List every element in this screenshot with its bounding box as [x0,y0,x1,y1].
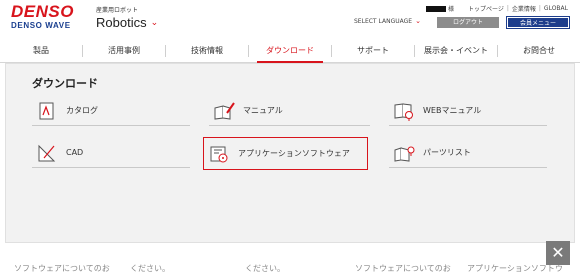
nav-item-contact[interactable]: お問合せ [497,45,580,57]
background-text: ください。 [245,264,285,273]
download-item-parts-list[interactable]: パーツリスト [389,138,547,168]
close-icon: ✕ [551,243,565,262]
logo-text: DENSO [11,2,74,21]
logo-subtext: DENSO WAVE [11,21,71,30]
nav-item-support[interactable]: サポート [331,45,414,57]
language-label: SELECT LANGUAGE [354,17,413,25]
web-manual-icon [394,102,413,121]
logout-button[interactable]: ログアウト [437,17,499,28]
user-name-redacted [425,5,446,12]
download-item-label: CAD [66,148,84,157]
background-text: ください。 [130,264,170,273]
chevron-down-icon: ⌄ [415,17,421,25]
nav-item-download[interactable]: ダウンロード [248,45,331,63]
background-page-content: ソフトウェアについてのお ください。 ください。 ソフトウェアについてのお アプ… [0,243,580,274]
download-item-label: アプリケーションソフトウェア [238,149,350,158]
nav-item-case-studies[interactable]: 活用事例 [82,45,165,57]
main-nav: 製品 活用事例 技術情報 ダウンロード サポート 展示会・イベント お問合せ [0,40,580,63]
denso-logo[interactable]: DENSO DENSO WAVE [11,3,93,30]
background-text: ソフトウェアについてのお [355,264,451,273]
global-link[interactable]: GLOBAL [544,5,568,12]
nav-item-technical-info[interactable]: 技術情報 [165,45,248,57]
download-item-label: マニュアル [243,106,283,115]
manual-icon [214,101,235,120]
download-item-label: WEBマニュアル [423,106,482,115]
member-menu-button[interactable]: 会員メニュー [506,16,570,29]
download-item-label: カタログ [66,106,98,115]
brand-selector[interactable]: 産業用ロボット Robotics ⌄ [96,5,158,30]
language-selector[interactable]: SELECT LANGUAGE ⌄ [354,17,421,25]
background-text: ソフトウェアについてのお [14,264,110,273]
download-item-web-manual[interactable]: WEBマニュアル [389,96,547,126]
cad-icon [38,144,56,161]
site-header: DENSO DENSO WAVE 産業用ロボット Robotics ⌄ 様 トッ… [0,0,580,38]
download-item-manual[interactable]: マニュアル [209,96,370,126]
utility-links: 様 トップページ | 企業情報 | GLOBAL [425,4,568,13]
nav-item-events[interactable]: 展示会・イベント [414,45,497,57]
panel-title: ダウンロード [32,77,98,90]
close-menu-button[interactable]: ✕ [546,241,570,265]
download-item-catalog[interactable]: カタログ [32,96,190,126]
catalog-icon [39,102,54,119]
brand-subtitle: 産業用ロボット [96,7,139,14]
user-suffix: 様 [447,6,454,13]
download-item-label: パーツリスト [423,148,471,157]
brand-title: Robotics [96,15,147,30]
download-item-cad[interactable]: CAD [32,138,190,168]
parts-list-icon [394,146,415,162]
chevron-down-icon: ⌄ [150,17,159,27]
top-page-link[interactable]: トップページ [468,4,504,13]
download-mega-menu: ダウンロード カタログ マニュアル WEBマニュアル CAD アプリケーションソ… [5,63,575,243]
nav-item-products[interactable]: 製品 [0,45,82,57]
download-item-application-software[interactable]: アプリケーションソフトウェア [203,137,368,170]
application-software-icon [210,146,228,162]
company-info-link[interactable]: 企業情報 [512,4,536,13]
